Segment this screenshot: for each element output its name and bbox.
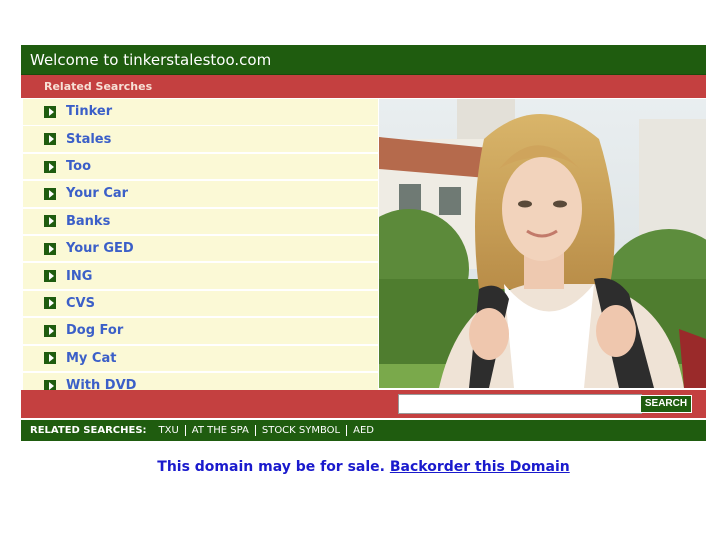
student-photo (379, 99, 706, 388)
related-searches-heading: Related Searches (21, 75, 706, 99)
list-item-label[interactable]: Your GED (66, 241, 134, 256)
list-item[interactable]: CVS (23, 290, 378, 318)
arrow-icon (44, 270, 56, 283)
arrow-icon (44, 352, 56, 365)
list-item-label[interactable]: Too (66, 159, 91, 174)
footer-link-stock-symbol[interactable]: STOCK SYMBOL (254, 425, 346, 436)
list-item[interactable]: Too (23, 153, 378, 181)
list-item[interactable]: Dog For (23, 318, 378, 345)
footer-label: RELATED SEARCHES: (30, 425, 147, 436)
list-item-label[interactable]: Tinker (66, 104, 112, 119)
backorder-link[interactable]: Backorder this Domain (390, 459, 570, 475)
main-content: Tinker Stales Too Your Car Banks Your GE… (21, 99, 706, 400)
list-item-label[interactable]: Stales (66, 132, 111, 147)
arrow-icon (44, 242, 56, 255)
related-searches-footer: RELATED SEARCHES: TXU AT THE SPA STOCK S… (21, 419, 706, 441)
list-item[interactable]: Tinker (23, 99, 378, 126)
list-item[interactable]: Your GED (23, 235, 378, 263)
domain-parking-panel: Welcome to tinkerstalestoo.com Related S… (21, 45, 706, 441)
footer-link-txu[interactable]: TXU (153, 425, 185, 436)
footer-link-at-the-spa[interactable]: AT THE SPA (184, 425, 255, 436)
arrow-icon (44, 187, 56, 200)
arrow-icon (44, 215, 56, 228)
list-item[interactable]: Banks (23, 208, 378, 236)
list-item[interactable]: Your Car (23, 181, 378, 208)
search-button[interactable]: SEARCH (640, 395, 692, 413)
search-bar: SEARCH (21, 390, 706, 418)
list-item[interactable]: My Cat (23, 345, 378, 373)
search-input[interactable] (398, 394, 642, 414)
list-item-label[interactable]: ING (66, 269, 92, 284)
arrow-icon (44, 105, 56, 118)
related-searches-list: Tinker Stales Too Your Car Banks Your GE… (23, 99, 378, 400)
sale-text: This domain may be for sale. (157, 459, 390, 475)
arrow-icon (44, 297, 56, 310)
list-item[interactable]: ING (23, 263, 378, 290)
footer-link-aed[interactable]: AED (346, 425, 380, 436)
list-item-label[interactable]: Dog For (66, 323, 123, 338)
list-item[interactable]: Stales (23, 126, 378, 153)
list-item-label[interactable]: My Cat (66, 351, 116, 366)
list-item-label[interactable]: CVS (66, 296, 95, 311)
arrow-icon (44, 133, 56, 146)
arrow-icon (44, 324, 56, 337)
list-item-label[interactable]: Your Car (66, 186, 128, 201)
site-title: Welcome to tinkerstalestoo.com (21, 45, 706, 75)
arrow-icon (44, 160, 56, 173)
domain-sale-notice: This domain may be for sale. Backorder t… (0, 459, 727, 475)
list-item-label[interactable]: Banks (66, 214, 110, 229)
